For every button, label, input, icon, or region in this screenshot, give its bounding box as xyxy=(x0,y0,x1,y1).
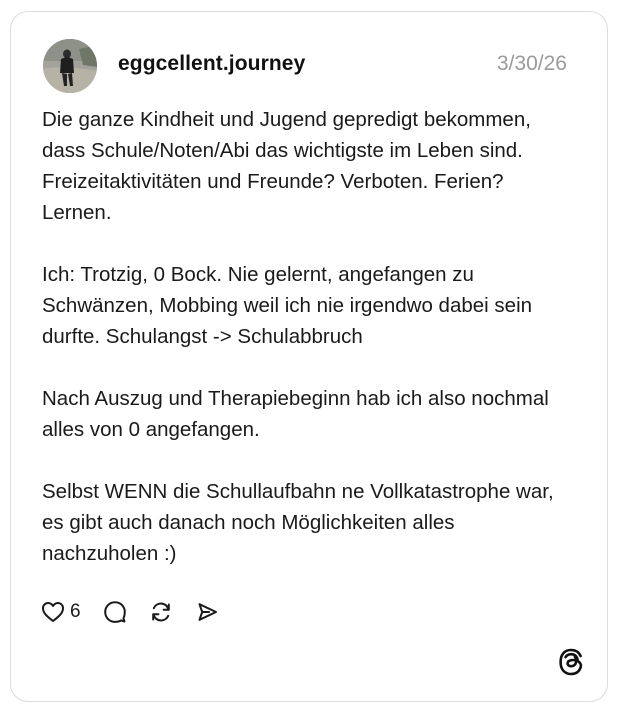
avatar[interactable] xyxy=(43,39,97,93)
post-paragraph: Nach Auszug und Therapiebeginn hab ich a… xyxy=(42,387,549,441)
avatar-image xyxy=(43,39,97,93)
like-count: 6 xyxy=(70,601,81,622)
share-button[interactable] xyxy=(195,600,219,624)
reply-button[interactable] xyxy=(103,600,127,624)
action-bar: 6 xyxy=(41,599,241,625)
comment-bubble-icon xyxy=(103,601,126,623)
post-body: Die ganze Kindheit und Jugend gepredigt … xyxy=(42,104,572,569)
repost-button[interactable] xyxy=(149,600,173,624)
repost-icon xyxy=(151,602,170,622)
post-card: eggcellent.journey 3/30/26 Die ganze Kin… xyxy=(10,11,608,702)
post-paragraph: Ich: Trotzig, 0 Bock. Nie gelernt, angef… xyxy=(42,263,533,348)
send-icon xyxy=(198,603,217,621)
threads-logo-icon xyxy=(558,648,584,676)
post-date: 3/30/26 xyxy=(496,52,567,75)
heart-icon xyxy=(42,602,64,622)
post-header: eggcellent.journey 3/30/26 xyxy=(43,39,567,93)
post-paragraph: Selbst WENN die Schullaufbahn ne Vollkat… xyxy=(42,480,554,565)
username[interactable]: eggcellent.journey xyxy=(118,52,305,76)
post-paragraph: Die ganze Kindheit und Jugend gepredigt … xyxy=(42,108,531,224)
like-button[interactable]: 6 xyxy=(41,601,81,623)
